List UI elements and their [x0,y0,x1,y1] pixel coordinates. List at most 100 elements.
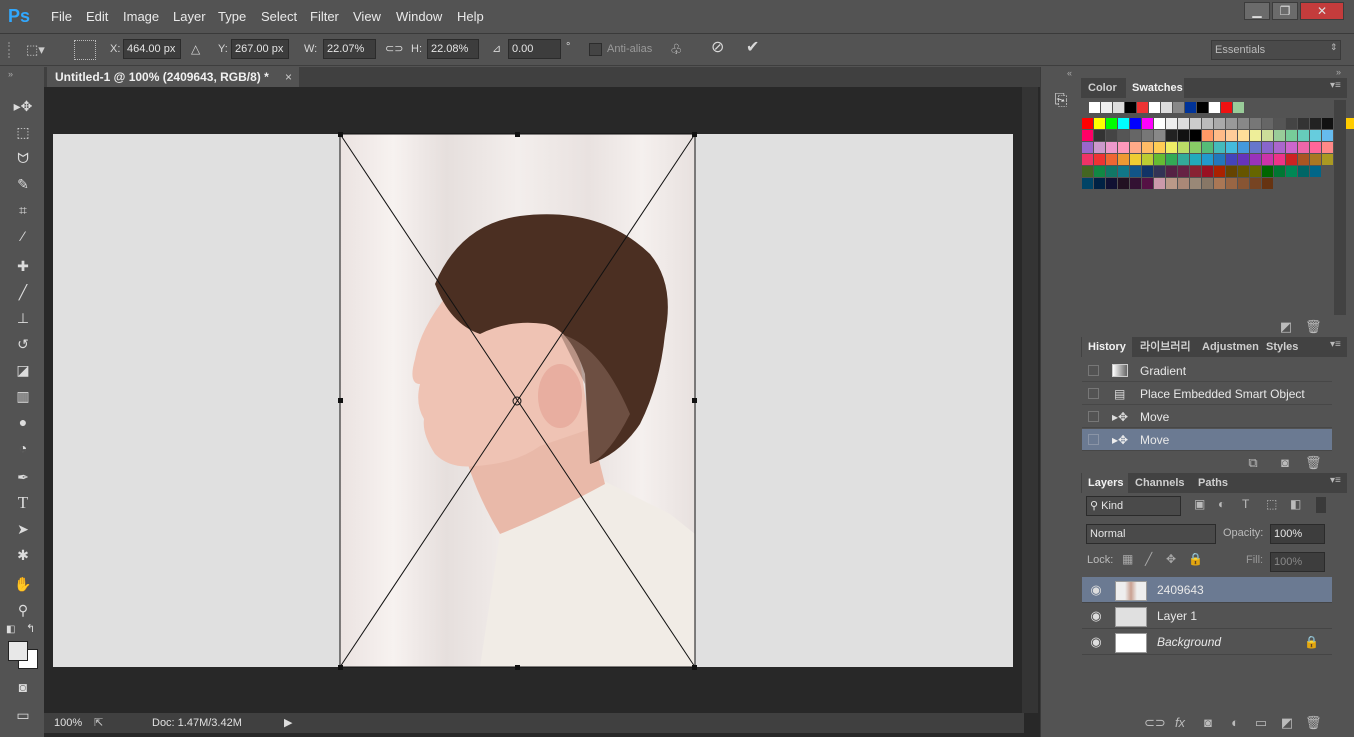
healing-brush-tool-icon[interactable]: ✚ [10,254,36,278]
layer-row[interactable]: ◉ Background 🔒 [1082,629,1332,655]
menu-layer[interactable]: Layer [173,0,206,34]
transform-bounding-box[interactable] [338,132,698,670]
swatch[interactable] [1106,142,1117,153]
swatch[interactable] [1262,178,1273,189]
swatch[interactable] [1310,142,1321,153]
swatch[interactable] [1142,130,1153,141]
swatch[interactable] [1202,142,1213,153]
quick-mask-icon[interactable]: ◙ [10,675,36,699]
foreground-color-swatch[interactable] [8,641,28,661]
width-field[interactable]: 22.07% [323,39,376,59]
history-item[interactable]: ▤ Place Embedded Smart Object [1082,383,1332,405]
menu-file[interactable]: File [51,0,72,34]
swatch[interactable] [1089,102,1100,113]
swatch[interactable] [1214,142,1225,153]
swatch[interactable] [1118,178,1129,189]
new-document-from-state-icon[interactable]: ⧉ [1245,455,1261,471]
swatch[interactable] [1274,142,1285,153]
swatch[interactable] [1274,154,1285,165]
swatch[interactable] [1214,130,1225,141]
swatch[interactable] [1346,118,1354,129]
layer-row-selected[interactable]: ◉ 2409643 [1082,577,1332,603]
swatch[interactable] [1238,154,1249,165]
fill-field[interactable]: 100% [1270,552,1325,572]
new-group-icon[interactable]: ▭ [1253,715,1269,731]
swatch[interactable] [1238,166,1249,177]
swatch[interactable] [1154,154,1165,165]
layer-name[interactable]: Layer 1 [1157,603,1197,629]
swatch[interactable] [1190,142,1201,153]
swatch[interactable] [1094,166,1105,177]
swatch[interactable] [1130,154,1141,165]
swatches-grid[interactable] [1081,100,1354,315]
vertical-scrollbar[interactable] [1022,87,1038,713]
swatches-panel-menu-icon[interactable]: ▾≡ [1330,80,1341,91]
swatch[interactable] [1214,154,1225,165]
antialias-checkbox[interactable] [589,43,602,56]
export-icon[interactable]: ⇱ [94,713,103,733]
swatch[interactable] [1154,130,1165,141]
swatch[interactable] [1178,118,1189,129]
swatch[interactable] [1274,118,1285,129]
swatch[interactable] [1209,102,1220,113]
swatch[interactable] [1310,130,1321,141]
swatch[interactable] [1185,102,1196,113]
grip-handle[interactable] [8,42,12,58]
workspace-select[interactable]: Essentials [1211,40,1341,60]
swatch[interactable] [1202,178,1213,189]
swatch[interactable] [1178,130,1189,141]
new-layer-icon[interactable]: ◩ [1279,715,1295,731]
layer-name[interactable]: 2409643 [1157,577,1204,603]
swatches-scrollbar[interactable] [1334,100,1346,315]
smart-object-filter-icon[interactable]: ◧ [1290,497,1301,511]
delete-swatch-icon[interactable]: 🗑 [1305,319,1322,335]
swatch[interactable] [1082,166,1093,177]
swatch[interactable] [1190,166,1201,177]
swatch[interactable] [1221,102,1232,113]
menu-image[interactable]: Image [123,0,159,34]
swatch[interactable] [1250,142,1261,153]
tab-channels[interactable]: Channels [1135,473,1185,493]
commit-transform-icon[interactable]: ✔ [746,38,759,58]
swatch[interactable] [1094,118,1105,129]
collapse-right-dock-icon[interactable]: » [1336,67,1341,77]
warp-mode-icon[interactable]: ♧ [670,39,683,59]
swatch[interactable] [1262,154,1273,165]
blend-mode-select[interactable]: Normal [1086,524,1216,544]
tab-styles[interactable]: Styles [1266,337,1298,357]
swatch[interactable] [1161,102,1172,113]
swatch[interactable] [1130,142,1141,153]
swatch[interactable] [1106,178,1117,189]
menu-view[interactable]: View [353,0,381,34]
swatch[interactable] [1154,178,1165,189]
swatch[interactable] [1118,130,1129,141]
layer-filter-kind-select[interactable]: ⚲ Kind [1086,496,1181,516]
lock-position-icon[interactable]: ✥ [1166,552,1176,566]
swatch[interactable] [1233,102,1244,113]
tab-libraries[interactable]: 라이브러리 [1140,337,1191,357]
rotation-field[interactable]: 0.00 [508,39,561,59]
history-checkbox[interactable] [1088,411,1099,422]
layer-row[interactable]: ◉ Layer 1 [1082,603,1332,629]
swatch[interactable] [1082,178,1093,189]
swatch[interactable] [1130,118,1141,129]
swatch[interactable] [1190,178,1201,189]
swatch[interactable] [1178,166,1189,177]
swatch[interactable] [1298,118,1309,129]
crop-tool-icon[interactable]: ⌗ [10,198,36,222]
swatch[interactable] [1286,166,1297,177]
delete-layer-icon[interactable]: 🗑 [1305,715,1322,731]
swatch[interactable] [1082,142,1093,153]
swatch[interactable] [1178,178,1189,189]
cancel-transform-icon[interactable]: ⊘ [711,38,724,58]
swatch[interactable] [1149,102,1160,113]
move-tool-preset-icon[interactable]: ⬚▾ [26,40,56,60]
collapse-arrows-icon[interactable]: » [8,69,13,79]
menu-select[interactable]: Select [261,0,297,34]
x-position-field[interactable]: 464.00 px [123,39,181,59]
swatch[interactable] [1142,178,1153,189]
swatch[interactable] [1202,166,1213,177]
swatch[interactable] [1262,118,1273,129]
swap-colors-icon[interactable]: ↰ [26,622,35,635]
swatch[interactable] [1274,130,1285,141]
